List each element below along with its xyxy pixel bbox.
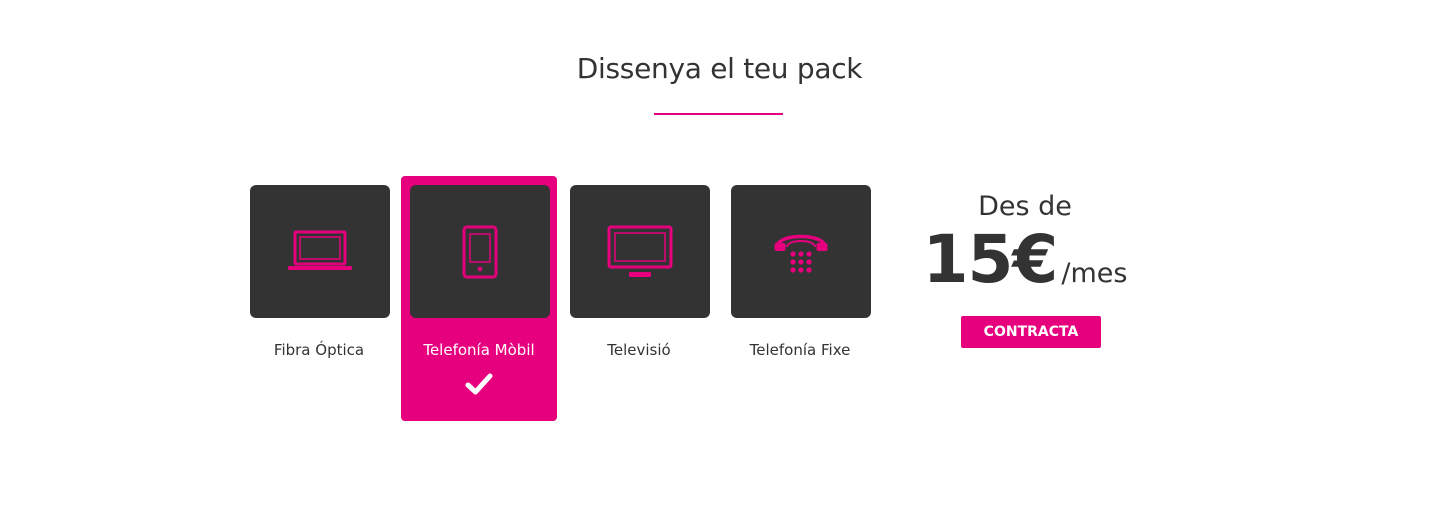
- option-tile: [570, 185, 710, 318]
- price-row: 15€/mes: [920, 227, 1130, 293]
- laptop-icon: [288, 230, 352, 270]
- option-telefonia-fixe[interactable]: Telefonía Fixe: [722, 176, 878, 421]
- landline-phone-icon: [774, 234, 828, 273]
- option-label: Televisió: [607, 341, 671, 359]
- price-block: Des de 15€/mes: [920, 185, 1130, 293]
- checkmark-icon: [465, 373, 493, 395]
- option-label: Fibra Óptica: [273, 341, 365, 359]
- title-underline: [654, 113, 783, 115]
- pack-designer: Dissenya el teu pack Fibra Óptica Telefo…: [0, 0, 1439, 529]
- price-unit: /mes: [1061, 258, 1128, 289]
- option-tile: [250, 185, 390, 318]
- option-label: Telefonía Fixe: [749, 341, 851, 359]
- tv-icon: [607, 225, 673, 277]
- option-tile: [731, 185, 871, 318]
- contracta-button[interactable]: CONTRACTA: [961, 316, 1101, 348]
- section-title: Dissenya el teu pack: [576, 52, 863, 85]
- option-fibra-optica[interactable]: Fibra Óptica: [241, 176, 397, 421]
- option-televisio[interactable]: Televisió: [561, 176, 717, 421]
- option-telefonia-mobil[interactable]: Telefonía Mòbil: [401, 176, 557, 421]
- option-tile: [410, 185, 550, 318]
- mobile-phone-icon: [462, 225, 498, 278]
- option-label: Telefonía Mòbil: [423, 341, 535, 359]
- price-amount: 15€: [922, 221, 1059, 298]
